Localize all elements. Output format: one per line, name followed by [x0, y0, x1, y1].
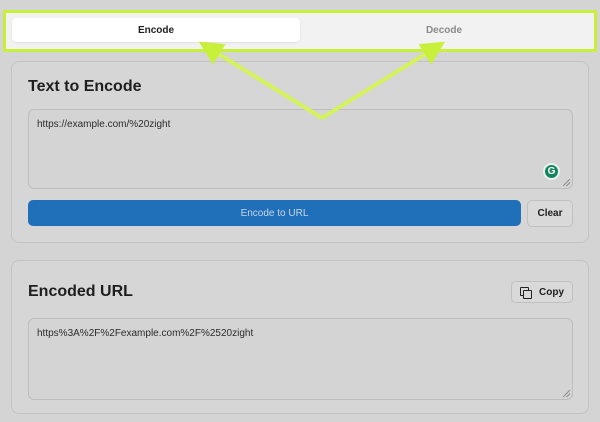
encode-card: Text to Encode https://example.com/%20zi… — [11, 61, 589, 243]
tab-decode[interactable]: Decode — [300, 18, 588, 42]
copy-icon — [520, 286, 532, 299]
clear-button[interactable]: Clear — [527, 200, 573, 227]
text-to-encode-value: https://example.com/%20zight — [37, 119, 171, 130]
text-to-encode-input[interactable]: https://example.com/%20zight G — [28, 109, 573, 189]
tab-encode[interactable]: Encode — [12, 18, 300, 42]
encoded-url-value: https%3A%2F%2Fexample.com%2F%2520zight — [37, 328, 254, 339]
mode-tabs: Encode Decode — [3, 10, 597, 52]
copy-button[interactable]: Copy — [511, 281, 573, 303]
copy-button-label: Copy — [539, 286, 564, 298]
grammarly-icon[interactable]: G — [543, 163, 560, 180]
encoded-url-card: Encoded URL Copy https%3A%2F%2Fexample.c… — [11, 260, 589, 414]
encoded-url-title: Encoded URL — [28, 283, 133, 300]
encode-card-title: Text to Encode — [28, 78, 142, 95]
resize-handle-icon[interactable] — [563, 179, 570, 186]
encode-to-url-button[interactable]: Encode to URL — [28, 200, 521, 226]
page: Encode Decode Text to Encode https://exa… — [0, 0, 600, 422]
encoded-url-output[interactable]: https%3A%2F%2Fexample.com%2F%2520zight — [28, 318, 573, 400]
resize-handle-icon[interactable] — [563, 390, 570, 397]
